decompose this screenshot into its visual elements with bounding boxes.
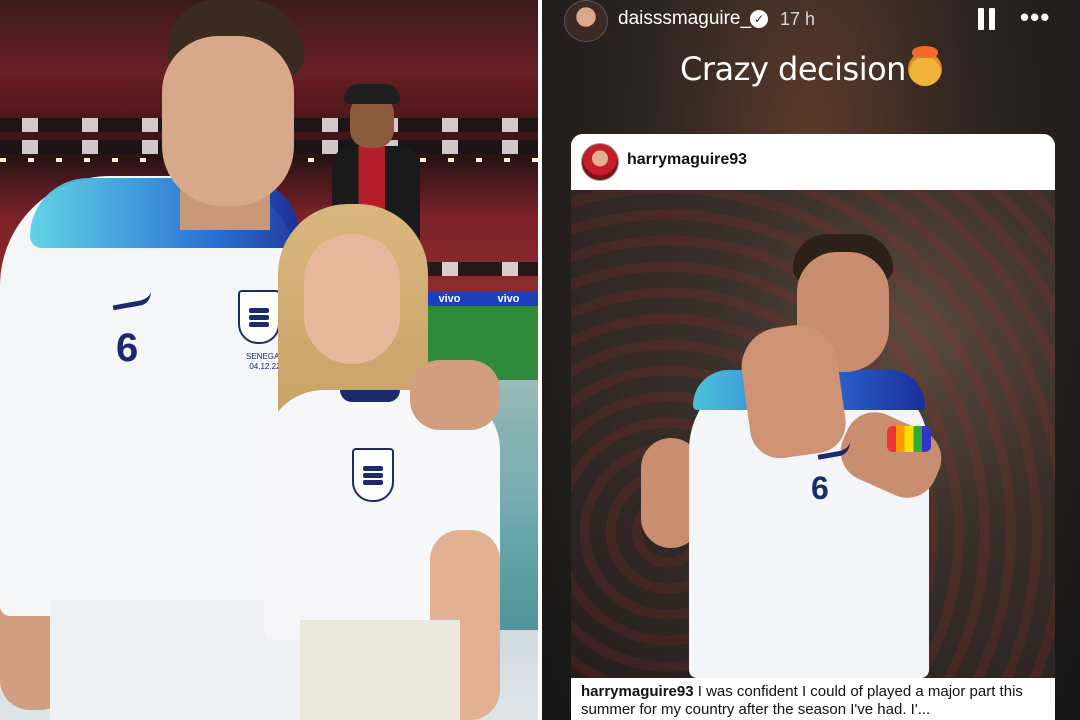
exploding-head-emoji-icon: [907, 46, 942, 86]
story-timestamp: 17 h: [780, 9, 816, 29]
story-caption-text: Crazy decision: [680, 50, 906, 88]
shared-post-header: harrymaguire93: [571, 134, 1055, 190]
shared-post-caption: harrymaguire93 I was confident I could o…: [581, 683, 1047, 719]
player-shirt-number: 6: [811, 470, 829, 506]
post-author-username[interactable]: harrymaguire93: [627, 151, 747, 169]
more-options-icon[interactable]: •••: [1020, 4, 1054, 30]
player-figure: 6: [641, 230, 951, 678]
three-lions-crest-icon: [352, 448, 394, 502]
story-header: daisssmaguire_ ✓ 17 h •••: [542, 0, 1080, 42]
pause-icon[interactable]: [978, 8, 996, 30]
woman-figure: [260, 200, 500, 720]
post-image-player-applauding: 6: [571, 190, 1055, 678]
instagram-story: daisssmaguire_ ✓ 17 h ••• Crazy decision…: [542, 0, 1080, 720]
captain-armband: [887, 426, 931, 452]
story-caption: Crazy decision: [542, 46, 1080, 88]
story-username[interactable]: daisssmaguire_: [618, 8, 751, 30]
post-author-avatar[interactable]: [581, 143, 619, 181]
shirt-number: 6: [116, 326, 139, 370]
shared-post-card[interactable]: harrymaguire93 6 harrymaguire93 I was co…: [571, 134, 1055, 720]
verified-badge-icon: ✓: [750, 10, 768, 28]
caption-username[interactable]: harrymaguire93: [581, 683, 694, 700]
ad-board-text: vivo: [497, 293, 520, 305]
left-photo-man-and-woman: vivo vivo 6 SENEGAL 04.12.22: [0, 0, 538, 720]
story-avatar[interactable]: [564, 0, 608, 42]
